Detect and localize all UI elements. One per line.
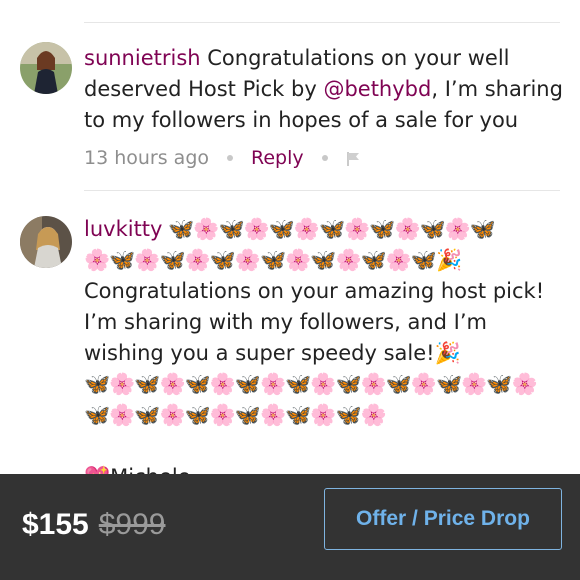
comment-username[interactable]: sunnietrish [84, 46, 201, 70]
comment-text: luvkitty 🦋🌸🦋🌸🦋🌸🦋🌸🦋🌸🦋🌸🦋 🌸🦋🌸🦋🌸🦋🌸🦋🌸🦋🌸🦋🌸🦋🎉 C… [84, 214, 564, 493]
price-display: $155 $999 [22, 508, 166, 542]
offer-price-drop-button[interactable]: Offer / Price Drop [324, 488, 562, 550]
avatar[interactable] [20, 42, 72, 94]
comment-meta: 13 hours ago Reply [84, 144, 362, 172]
flag-icon[interactable] [346, 150, 362, 166]
comment-timestamp: 13 hours ago [84, 147, 210, 169]
current-price: $155 [22, 508, 89, 541]
original-price: $999 [98, 508, 166, 541]
comment-divider [84, 190, 560, 191]
comment-mention[interactable]: @bethybd [323, 77, 431, 101]
separator-dot [227, 155, 234, 161]
bottom-price-bar: $155 $999 Offer / Price Drop [0, 474, 580, 580]
emoji-line: 🦋🌸🦋🌸🦋🌸🦋🌸🦋🌸🦋🌸🦋🌸🦋🌸🦋🌸 [84, 372, 538, 396]
separator-dot [321, 155, 328, 161]
avatar-photo-icon [20, 216, 72, 268]
emoji-line: 🦋🌸🦋🌸🦋🌸🦋🌸🦋🌸🦋🌸🦋 [162, 217, 496, 241]
comment-message: Congratulations on your amazing host pic… [84, 279, 551, 365]
top-divider [84, 22, 560, 23]
emoji-line: 🌸🦋🌸🦋🌸🦋🌸🦋🌸🦋🌸🦋🌸🦋🎉 [84, 248, 462, 272]
comment-username[interactable]: luvkitty [84, 217, 162, 241]
comment-text: sunnietrish Congratulations on your well… [84, 43, 564, 136]
emoji-line: 🦋🌸🦋🌸🦋🌸🦋🌸🦋🌸🦋🌸 [84, 403, 387, 427]
avatar-photo-icon [20, 42, 72, 94]
avatar[interactable] [20, 216, 72, 268]
reply-button[interactable]: Reply [251, 147, 304, 169]
